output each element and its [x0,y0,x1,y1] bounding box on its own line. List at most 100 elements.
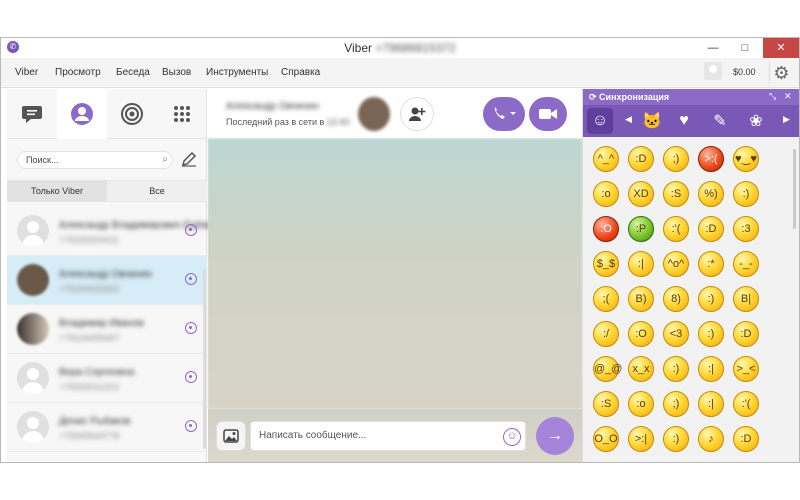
emoji-sticker[interactable]: :) [698,286,724,312]
tab-public-chats[interactable] [107,89,157,139]
close-panel-icon[interactable]: ✕ [784,91,792,102]
emoji-sticker[interactable]: :D [733,426,759,452]
sticker-pack-cat[interactable]: 🐱 [639,108,665,134]
emoji-sticker[interactable]: :) [663,426,689,452]
pack-next-icon[interactable]: ▶ [783,114,790,125]
menu-view[interactable]: Просмотр [55,67,101,78]
emoji-sticker[interactable]: O_O [593,426,619,452]
emoji-sticker[interactable]: >:( [698,146,724,172]
contact-name: Александр Овчинин [59,269,152,280]
menu-viber[interactable]: Viber [15,67,38,78]
search-icon[interactable]: ⌕ [162,154,168,165]
emoji-sticker[interactable]: :D [733,321,759,347]
sticker-scrollbar[interactable] [793,149,796,229]
contact-number: +79165004411 [59,235,119,245]
emoji-sticker[interactable]: ;) [663,146,689,172]
menu-tools[interactable]: Инструменты [206,67,268,78]
contact-item[interactable]: Владимир Иванов +79104455667 [7,305,207,354]
emoji-sticker[interactable]: :S [593,391,619,417]
menu-help[interactable]: Справка [281,67,320,78]
emoji-sticker[interactable]: >_< [733,356,759,382]
emoji-sticker[interactable]: x_x [628,356,654,382]
contact-item[interactable]: Вера Сергеевна +79250011223 [7,354,207,403]
smile-icon[interactable]: ☺ [503,428,521,446]
search-input[interactable] [26,155,152,165]
emoji-sticker[interactable]: ♥‿♥ [733,146,759,172]
emoji-sticker[interactable]: :| [628,251,654,277]
emoji-sticker[interactable]: :/ [593,321,619,347]
add-participant-button[interactable] [400,97,434,131]
emoji-sticker[interactable]: :O [628,321,654,347]
emoji-sticker[interactable]: :) [733,181,759,207]
chat-contact-avatar[interactable] [358,97,390,131]
menu-call[interactable]: Вызов [162,67,191,78]
emoji-sticker[interactable]: ^o^ [663,251,689,277]
contact-item[interactable]: Александр Овчинин +79160033322 [7,256,207,305]
emoji-sticker[interactable]: ;) [663,391,689,417]
gear-icon[interactable]: ⚙ [769,62,793,84]
dialpad-icon [174,106,190,122]
close-button[interactable]: ✕ [763,38,799,58]
emoji-sticker[interactable]: XD [628,181,654,207]
emoji-sticker[interactable]: %) [698,181,724,207]
window-title-app: Viber [344,41,373,55]
tab-dialpad[interactable] [157,89,207,139]
emoji-sticker[interactable]: :o [628,391,654,417]
emoji-sticker[interactable]: :D [628,146,654,172]
sticker-pack-doodle[interactable]: ✎ [707,108,733,134]
emoji-sticker[interactable]: :'( [663,216,689,242]
viber-out-credit[interactable]: $0.00 [733,67,756,77]
emoji-sticker[interactable]: :| [698,391,724,417]
emoji-sticker[interactable]: :) [698,321,724,347]
pack-prev-icon[interactable]: ◀ [625,114,632,125]
account-avatar[interactable] [704,62,722,80]
emoji-sticker[interactable]: :o [593,181,619,207]
sync-label[interactable]: ⟳ Синхронизация [589,92,669,103]
sticker-panel-header: ⟳ Синхронизация ⤡ ✕ [583,89,799,105]
filter-all[interactable]: Все [107,181,207,201]
emoji-sticker[interactable]: ^_^ [593,146,619,172]
emoji-sticker[interactable]: -_- [733,251,759,277]
emoji-pack-tab[interactable]: ☺ [587,108,613,134]
emoji-sticker[interactable]: $_$ [593,251,619,277]
sticker-pack-character[interactable]: ❀ [743,108,769,134]
attach-photo-button[interactable] [216,421,246,451]
emoji-sticker[interactable]: B| [733,286,759,312]
contact-item[interactable]: Денис Рыбаков +79265544778 [7,403,207,452]
contact-item[interactable]: Александр Владимирович Ерёмин +791650044… [7,207,220,256]
sticker-pack-heart[interactable]: ♥ [671,108,697,134]
chat-contact-name[interactable]: Александр Овчинин [226,101,319,112]
viber-badge-icon [185,420,197,432]
video-call-button[interactable] [529,97,567,131]
emoji-sticker[interactable]: ♪ [698,426,724,452]
emoji-sticker[interactable]: :D [698,216,724,242]
emoji-sticker[interactable]: ;( [593,286,619,312]
send-button[interactable]: → [536,417,574,455]
phone-icon [494,107,516,119]
minimize-button[interactable]: — [699,38,727,58]
maximize-button[interactable]: □ [731,38,759,58]
message-input[interactable] [259,430,493,441]
emoji-sticker[interactable]: :) [663,356,689,382]
collapse-icon[interactable]: ⤡ [769,91,776,102]
emoji-sticker[interactable]: :P [628,216,654,242]
contact-name: Вера Сергеевна [59,367,135,378]
contact-list-scrollbar[interactable] [203,269,206,449]
tab-chats[interactable] [7,89,57,139]
emoji-sticker[interactable]: 8) [663,286,689,312]
emoji-sticker[interactable]: B) [628,286,654,312]
emoji-sticker[interactable]: :S [663,181,689,207]
emoji-sticker[interactable]: <3 [663,321,689,347]
emoji-sticker[interactable]: :'( [733,391,759,417]
voice-call-button[interactable] [483,97,525,131]
emoji-sticker[interactable]: :3 [733,216,759,242]
menu-conversation[interactable]: Беседа [116,67,150,78]
emoji-sticker[interactable]: :| [698,356,724,382]
compose-icon[interactable] [181,151,197,167]
tab-contacts[interactable] [57,89,107,139]
emoji-sticker[interactable]: >:| [628,426,654,452]
filter-viber-only[interactable]: Только Viber [7,181,107,201]
emoji-sticker[interactable]: :O [593,216,619,242]
emoji-sticker[interactable]: @_@ [593,356,622,382]
emoji-sticker[interactable]: :* [698,251,724,277]
